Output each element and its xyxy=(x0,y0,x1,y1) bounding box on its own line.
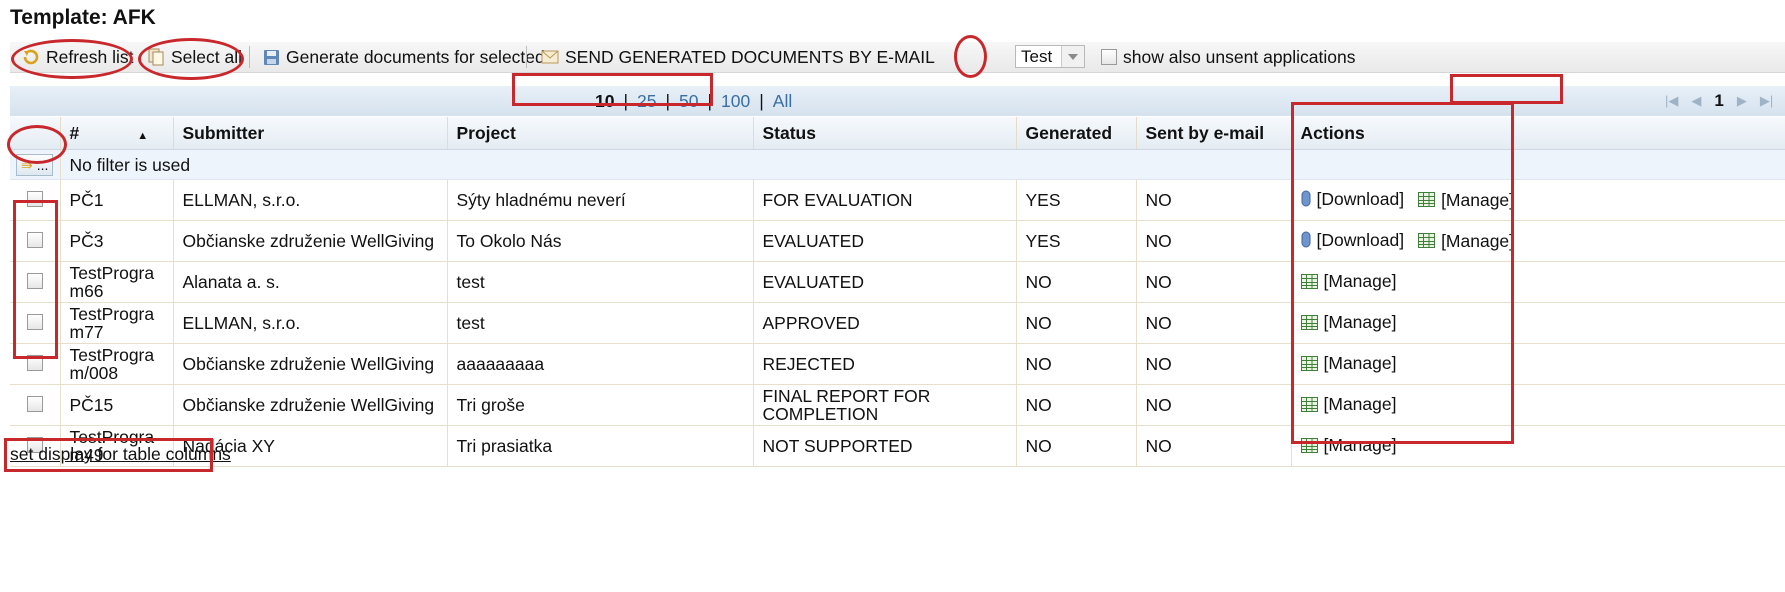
table-header-row: # ▲ Submitter Project Status Generated Se… xyxy=(10,117,1785,150)
cell-status: REJECTED xyxy=(753,343,1017,385)
cell-generated: NO xyxy=(1016,302,1137,344)
filter-status-text: No filter is used xyxy=(60,149,1785,180)
cell-sent: NO xyxy=(1136,425,1292,467)
send-email-button[interactable]: SEND GENERATED DOCUMENTS BY E-MAIL xyxy=(541,42,935,72)
annotation-box-actions xyxy=(1291,102,1514,444)
last-page-icon[interactable]: ▶| xyxy=(1760,93,1773,109)
cell-status: NOT SUPPORTED xyxy=(753,425,1017,467)
annotation-box-page-size xyxy=(512,73,713,106)
cell-generated: YES xyxy=(1016,179,1137,221)
cell-generated: NO xyxy=(1016,384,1137,426)
cell-generated: YES xyxy=(1016,220,1137,262)
envelope-icon xyxy=(541,50,559,64)
cell-sent: NO xyxy=(1136,302,1292,344)
generate-documents-button[interactable]: Generate documents for selected xyxy=(263,42,545,72)
cell-submitter: Občianske združenie WellGiving xyxy=(173,384,448,426)
annotation-box-column-settings xyxy=(4,438,213,472)
cell-sent: NO xyxy=(1136,179,1292,221)
page-size-all[interactable]: All xyxy=(773,91,792,112)
table-row: TestProgram66 Alanata a. s. test EVALUATED N… xyxy=(10,261,1785,303)
col-sent-header[interactable]: Sent by e-mail xyxy=(1136,117,1292,150)
current-page-number: 1 xyxy=(1714,91,1724,110)
cell-status: EVALUATED xyxy=(753,220,1017,262)
pagination: |◀ ◀ 1 ▶ ▶| xyxy=(1665,86,1773,116)
show-unsent-toggle[interactable]: show also unsent applications xyxy=(1101,42,1356,72)
cell-submitter: ELLMAN, s.r.o. xyxy=(173,302,448,344)
cell-project: test xyxy=(447,261,754,303)
table-row: TestProgram/008 Občianske združenie WellG… xyxy=(10,343,1785,385)
cell-number: PČ15 xyxy=(60,384,174,426)
table-row: PČ15 Občianske združenie WellGiving Tri gr… xyxy=(10,384,1785,426)
page-size-100[interactable]: 100 xyxy=(721,91,750,112)
cell-project: To Okolo Nás xyxy=(447,220,754,262)
cell-project: Tri groše xyxy=(447,384,754,426)
cell-number: TestProgram77 xyxy=(60,302,174,344)
template-select[interactable]: Test xyxy=(1015,45,1085,68)
cell-number: PČ1 xyxy=(60,179,174,221)
table-row: TestProgram77 ELLMAN, s.r.o. test APPROVED N… xyxy=(10,302,1785,344)
toolbar: Refresh list Select all Generate documen… xyxy=(10,42,1785,73)
cell-submitter: Alanata a. s. xyxy=(173,261,448,303)
cell-status: FINAL REPORT FOR COMPLETION xyxy=(753,384,1017,426)
show-unsent-label: show also unsent applications xyxy=(1123,46,1356,67)
cell-generated: NO xyxy=(1016,261,1137,303)
filter-row: ⇛ ... No filter is used xyxy=(10,149,1785,180)
toolbar-divider xyxy=(526,46,527,68)
cell-sent: NO xyxy=(1136,343,1292,385)
annotation-ring-refresh xyxy=(11,39,133,79)
row-select-checkbox[interactable] xyxy=(26,395,43,412)
show-unsent-checkbox[interactable] xyxy=(1101,49,1117,65)
cell-project: test xyxy=(447,302,754,344)
annotation-ring-filter xyxy=(7,125,67,164)
prev-page-icon[interactable]: ◀ xyxy=(1691,93,1701,109)
cell-number: TestProgram66 xyxy=(60,261,174,303)
next-page-icon[interactable]: ▶ xyxy=(1737,93,1747,109)
generate-documents-label: Generate documents for selected xyxy=(286,46,545,67)
cell-sent: NO xyxy=(1136,220,1292,262)
send-email-label: SEND GENERATED DOCUMENTS BY E-MAIL xyxy=(565,46,935,67)
cell-status: EVALUATED xyxy=(753,261,1017,303)
first-page-icon[interactable]: |◀ xyxy=(1665,93,1678,109)
col-submitter-header[interactable]: Submitter xyxy=(173,117,448,150)
chevron-down-icon xyxy=(1061,46,1084,67)
cell-sent: NO xyxy=(1136,384,1292,426)
sort-asc-icon: ▲ xyxy=(137,129,149,142)
table-row: PČ3 Občianske združenie WellGiving To Okol… xyxy=(10,220,1785,262)
cell-project: Sýty hladnému neverí xyxy=(447,179,754,221)
cell-submitter: ELLMAN, s.r.o. xyxy=(173,179,448,221)
toolbar-divider xyxy=(249,46,250,68)
cell-generated: NO xyxy=(1016,425,1137,467)
annotation-ring-unsent xyxy=(954,35,987,78)
template-select-value: Test xyxy=(1021,46,1053,66)
cell-number: TestProgram/008 xyxy=(60,343,174,385)
table-row: TestProgram49 Nadácia XY Tri prasiatka NOT … xyxy=(10,425,1785,467)
applications-table: # ▲ Submitter Project Status Generated Se… xyxy=(10,117,1785,467)
page-title: Template: AFK xyxy=(10,6,156,29)
cell-status: FOR EVALUATION xyxy=(753,179,1017,221)
annotation-box-checkboxes xyxy=(13,200,58,359)
col-generated-header[interactable]: Generated xyxy=(1016,117,1137,150)
col-status-header[interactable]: Status xyxy=(753,117,1017,150)
cell-number: PČ3 xyxy=(60,220,174,262)
cell-generated: NO xyxy=(1016,343,1137,385)
annotation-ring-select-all xyxy=(138,38,244,80)
cell-project: Tri prasiatka xyxy=(447,425,754,467)
col-project-header[interactable]: Project xyxy=(447,117,754,150)
cell-submitter: Občianske združenie WellGiving xyxy=(173,343,448,385)
cell-submitter: Občianske združenie WellGiving xyxy=(173,220,448,262)
cell-status: APPROVED xyxy=(753,302,1017,344)
save-disk-icon xyxy=(264,49,279,65)
table-row: PČ1 ELLMAN, s.r.o. Sýty hladnému neverí FOR… xyxy=(10,179,1785,221)
cell-project: aaaaaaaaa xyxy=(447,343,754,385)
annotation-box-pagination xyxy=(1450,74,1563,104)
cell-sent: NO xyxy=(1136,261,1292,303)
col-number-header[interactable]: # ▲ xyxy=(60,117,174,150)
